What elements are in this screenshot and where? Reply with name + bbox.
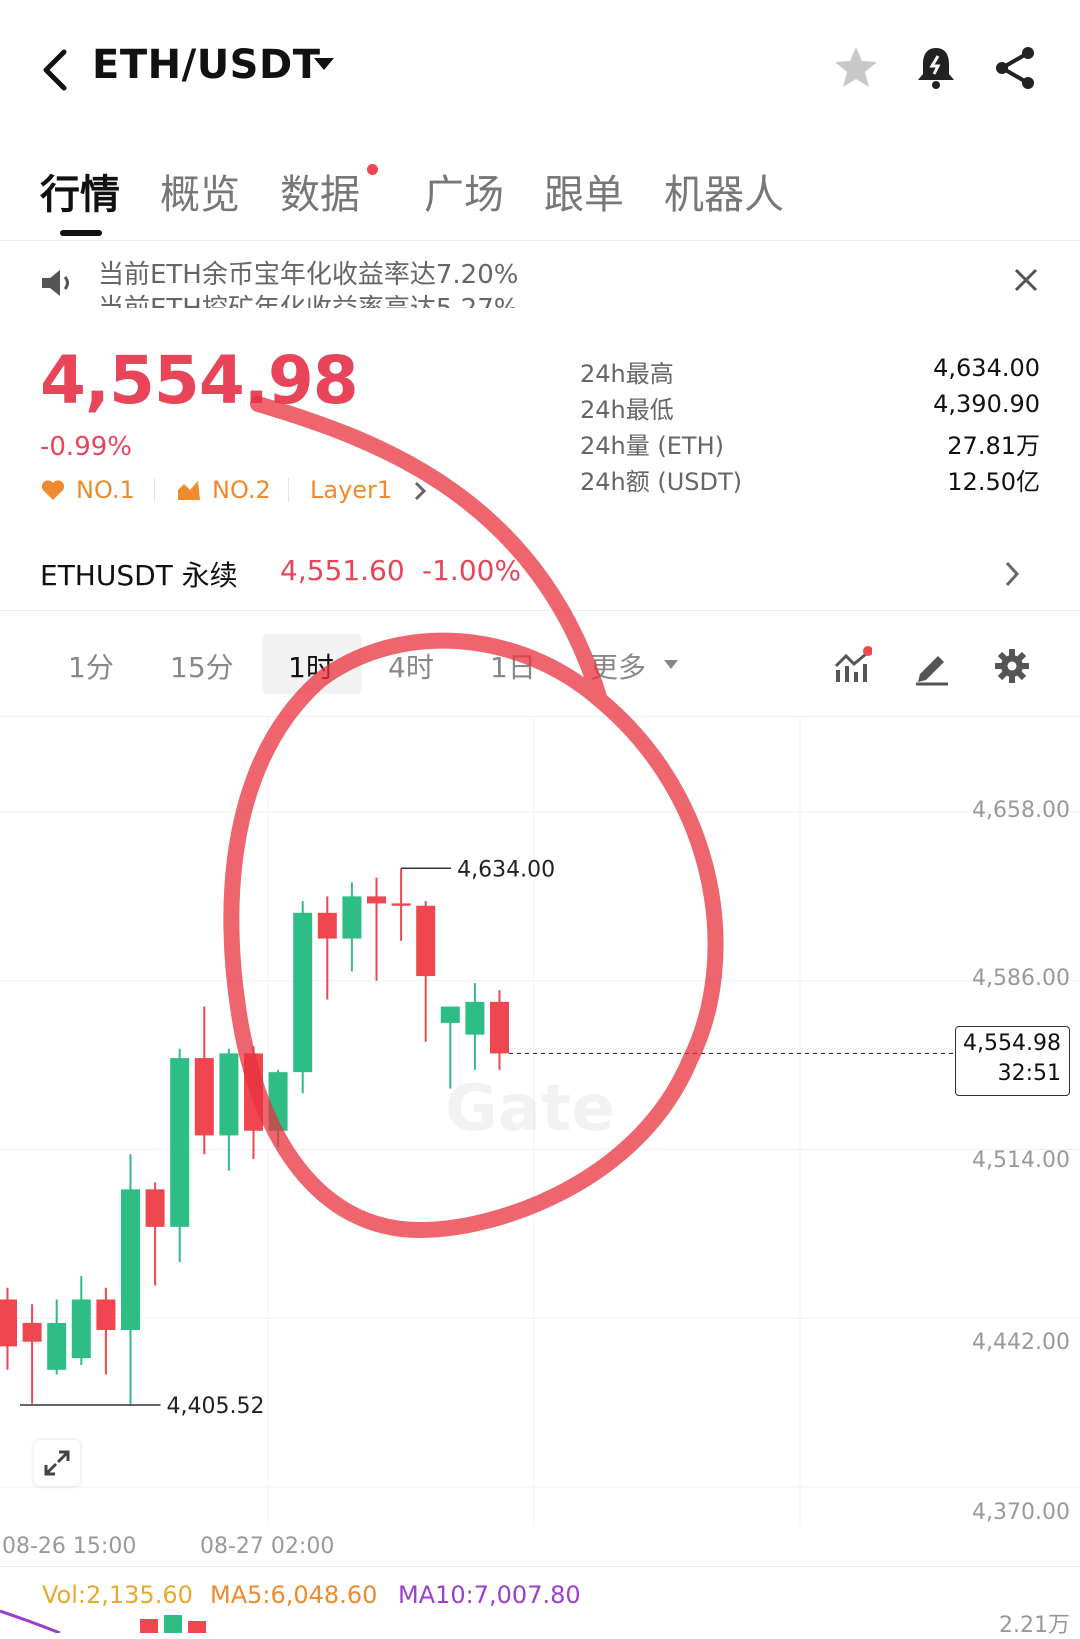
notice-line-1: 当前ETH余币宝年化收益率达7.20% (98, 260, 519, 290)
candle-body (71, 1299, 91, 1359)
stat-label-low: 24h最低 (580, 396, 674, 424)
interval-more[interactable]: 更多 (590, 646, 646, 686)
settings-gear-icon[interactable] (992, 646, 1032, 686)
time-tick: 08-26 15:00 (2, 1534, 137, 1559)
tab-market[interactable]: 行情 (40, 162, 120, 220)
stat-value-high: 4,634.00 (933, 354, 1040, 382)
perpetual-row[interactable]: ETHUSDT 永续 4,551.60 -1.00% (0, 540, 1080, 611)
alert-bell-icon[interactable] (912, 44, 960, 92)
notice-line-2: 当前ETH挖矿年化收益率高达5.27% (98, 292, 518, 308)
category-tag[interactable]: Layer1 (310, 476, 392, 504)
price-tick: 4,370.00 (972, 1500, 1070, 1525)
candle-body (244, 1053, 263, 1131)
notice-bar[interactable]: 当前ETH余币宝年化收益率达7.20% 当前ETH挖矿年化收益率高达5.27% (0, 250, 1080, 308)
rank-badge-2[interactable]: NO.2 (212, 476, 271, 504)
interval-15m[interactable]: 15分 (170, 646, 234, 686)
star-icon[interactable] (832, 44, 880, 92)
volume-axis-tick: 2.21万 (999, 1613, 1070, 1638)
candle-body (170, 1058, 190, 1227)
stat-label-high: 24h最高 (580, 360, 674, 388)
main-tabs: 行情 概览 数据 广场 跟单 机器人 (0, 150, 1080, 241)
interval-bar: 1分 15分 1时 4时 1日 更多 (0, 616, 1080, 717)
heart-rank-icon (41, 480, 65, 500)
candle-body (194, 1058, 214, 1136)
price-tick: 4,514.00 (972, 1148, 1070, 1173)
notice-text: 当前ETH余币宝年化收益率达7.20% 当前ETH挖矿年化收益率高达5.27% (98, 258, 518, 308)
tab-data[interactable]: 数据 (280, 162, 360, 220)
volume-panel: Vol:2,135.60 MA5:6,048.60 MA10:7,007.80 … (0, 1566, 1080, 1638)
chevron-right-icon[interactable] (1002, 558, 1022, 590)
candle-body (121, 1189, 140, 1330)
candle-body (391, 903, 411, 906)
current-price-box: 4,554.98 32:51 (955, 1026, 1070, 1096)
price-tick: 4,658.00 (972, 798, 1070, 823)
draw-pen-icon[interactable] (912, 646, 952, 686)
candle-body (268, 1072, 288, 1131)
perp-change: -1.00% (422, 554, 522, 587)
price-tick: 4,442.00 (972, 1330, 1070, 1355)
header: ETH/USDT (0, 0, 1080, 130)
candle-body (465, 1001, 485, 1035)
candle-countdown: 32:51 (997, 1061, 1061, 1086)
candle-body (342, 896, 362, 939)
stat-value-volume: 27.81万 (947, 432, 1040, 460)
candle-body (47, 1322, 67, 1370)
pair-title[interactable]: ETH/USDT (92, 42, 320, 88)
price-tick: 4,586.00 (972, 966, 1070, 991)
candles (0, 868, 509, 1405)
interval-1h[interactable]: 1时 (288, 646, 334, 686)
candle-body (22, 1322, 42, 1342)
current-price-label: 4,554.98 (963, 1031, 1061, 1056)
active-tab-indicator (60, 230, 102, 236)
stat-label-turnover: 24h额 (USDT) (580, 468, 743, 496)
tab-data-badge (367, 164, 378, 175)
candle-body (490, 1001, 509, 1054)
watermark-gate: Gate (445, 1072, 615, 1146)
low-marker-label: 4,405.52 (167, 1394, 265, 1419)
candle-body (416, 905, 436, 977)
chevron-right-icon[interactable] (412, 480, 428, 502)
back-arrow-icon[interactable] (36, 44, 76, 96)
perp-price: 4,551.60 (280, 554, 405, 587)
candle-body (219, 1053, 239, 1136)
divider (288, 478, 289, 502)
rank-badge-1[interactable]: NO.1 (76, 476, 135, 504)
candle-body (0, 1299, 17, 1347)
volume-bars (0, 1609, 206, 1633)
candle-body (317, 912, 337, 939)
tab-bots[interactable]: 机器人 (664, 162, 784, 220)
price-change-percent: -0.99% (40, 432, 132, 462)
perp-name: ETHUSDT 永续 (40, 559, 238, 592)
candle-body (96, 1299, 116, 1330)
interval-4h[interactable]: 4时 (388, 646, 434, 686)
interval-1d[interactable]: 1日 (490, 646, 536, 686)
speaker-icon (42, 270, 69, 296)
stat-value-turnover: 12.50亿 (947, 468, 1040, 496)
chart-rank-icon (178, 481, 200, 500)
stat-value-low: 4,390.90 (933, 390, 1040, 418)
indicator-icon[interactable] (832, 646, 872, 686)
tab-copy-trade[interactable]: 跟单 (544, 162, 624, 220)
last-price: 4,554.98 (40, 342, 359, 419)
high-marker-label: 4,634.00 (457, 857, 555, 882)
tab-overview[interactable]: 概览 (160, 162, 240, 220)
stat-label-volume: 24h量 (ETH) (580, 432, 724, 460)
candle-body (145, 1189, 165, 1227)
chevron-down-icon[interactable] (664, 660, 678, 669)
ma10-value: MA10:7,007.80 (398, 1581, 581, 1609)
fullscreen-button[interactable] (34, 1440, 80, 1486)
expand-icon (44, 1450, 70, 1476)
tab-square[interactable]: 广场 (424, 162, 504, 220)
candle-body (367, 896, 386, 904)
close-icon[interactable] (1006, 260, 1046, 300)
interval-1m[interactable]: 1分 (68, 646, 114, 686)
candlestick-chart[interactable]: Gate 4,634.00 4,405.52 (0, 716, 1080, 1526)
divider (154, 478, 155, 502)
candle-body (293, 912, 313, 1073)
share-icon[interactable] (992, 44, 1040, 92)
pair-dropdown-caret-icon[interactable] (314, 58, 334, 70)
candle-body (440, 1006, 460, 1023)
time-tick: 08-27 02:00 (200, 1534, 335, 1559)
